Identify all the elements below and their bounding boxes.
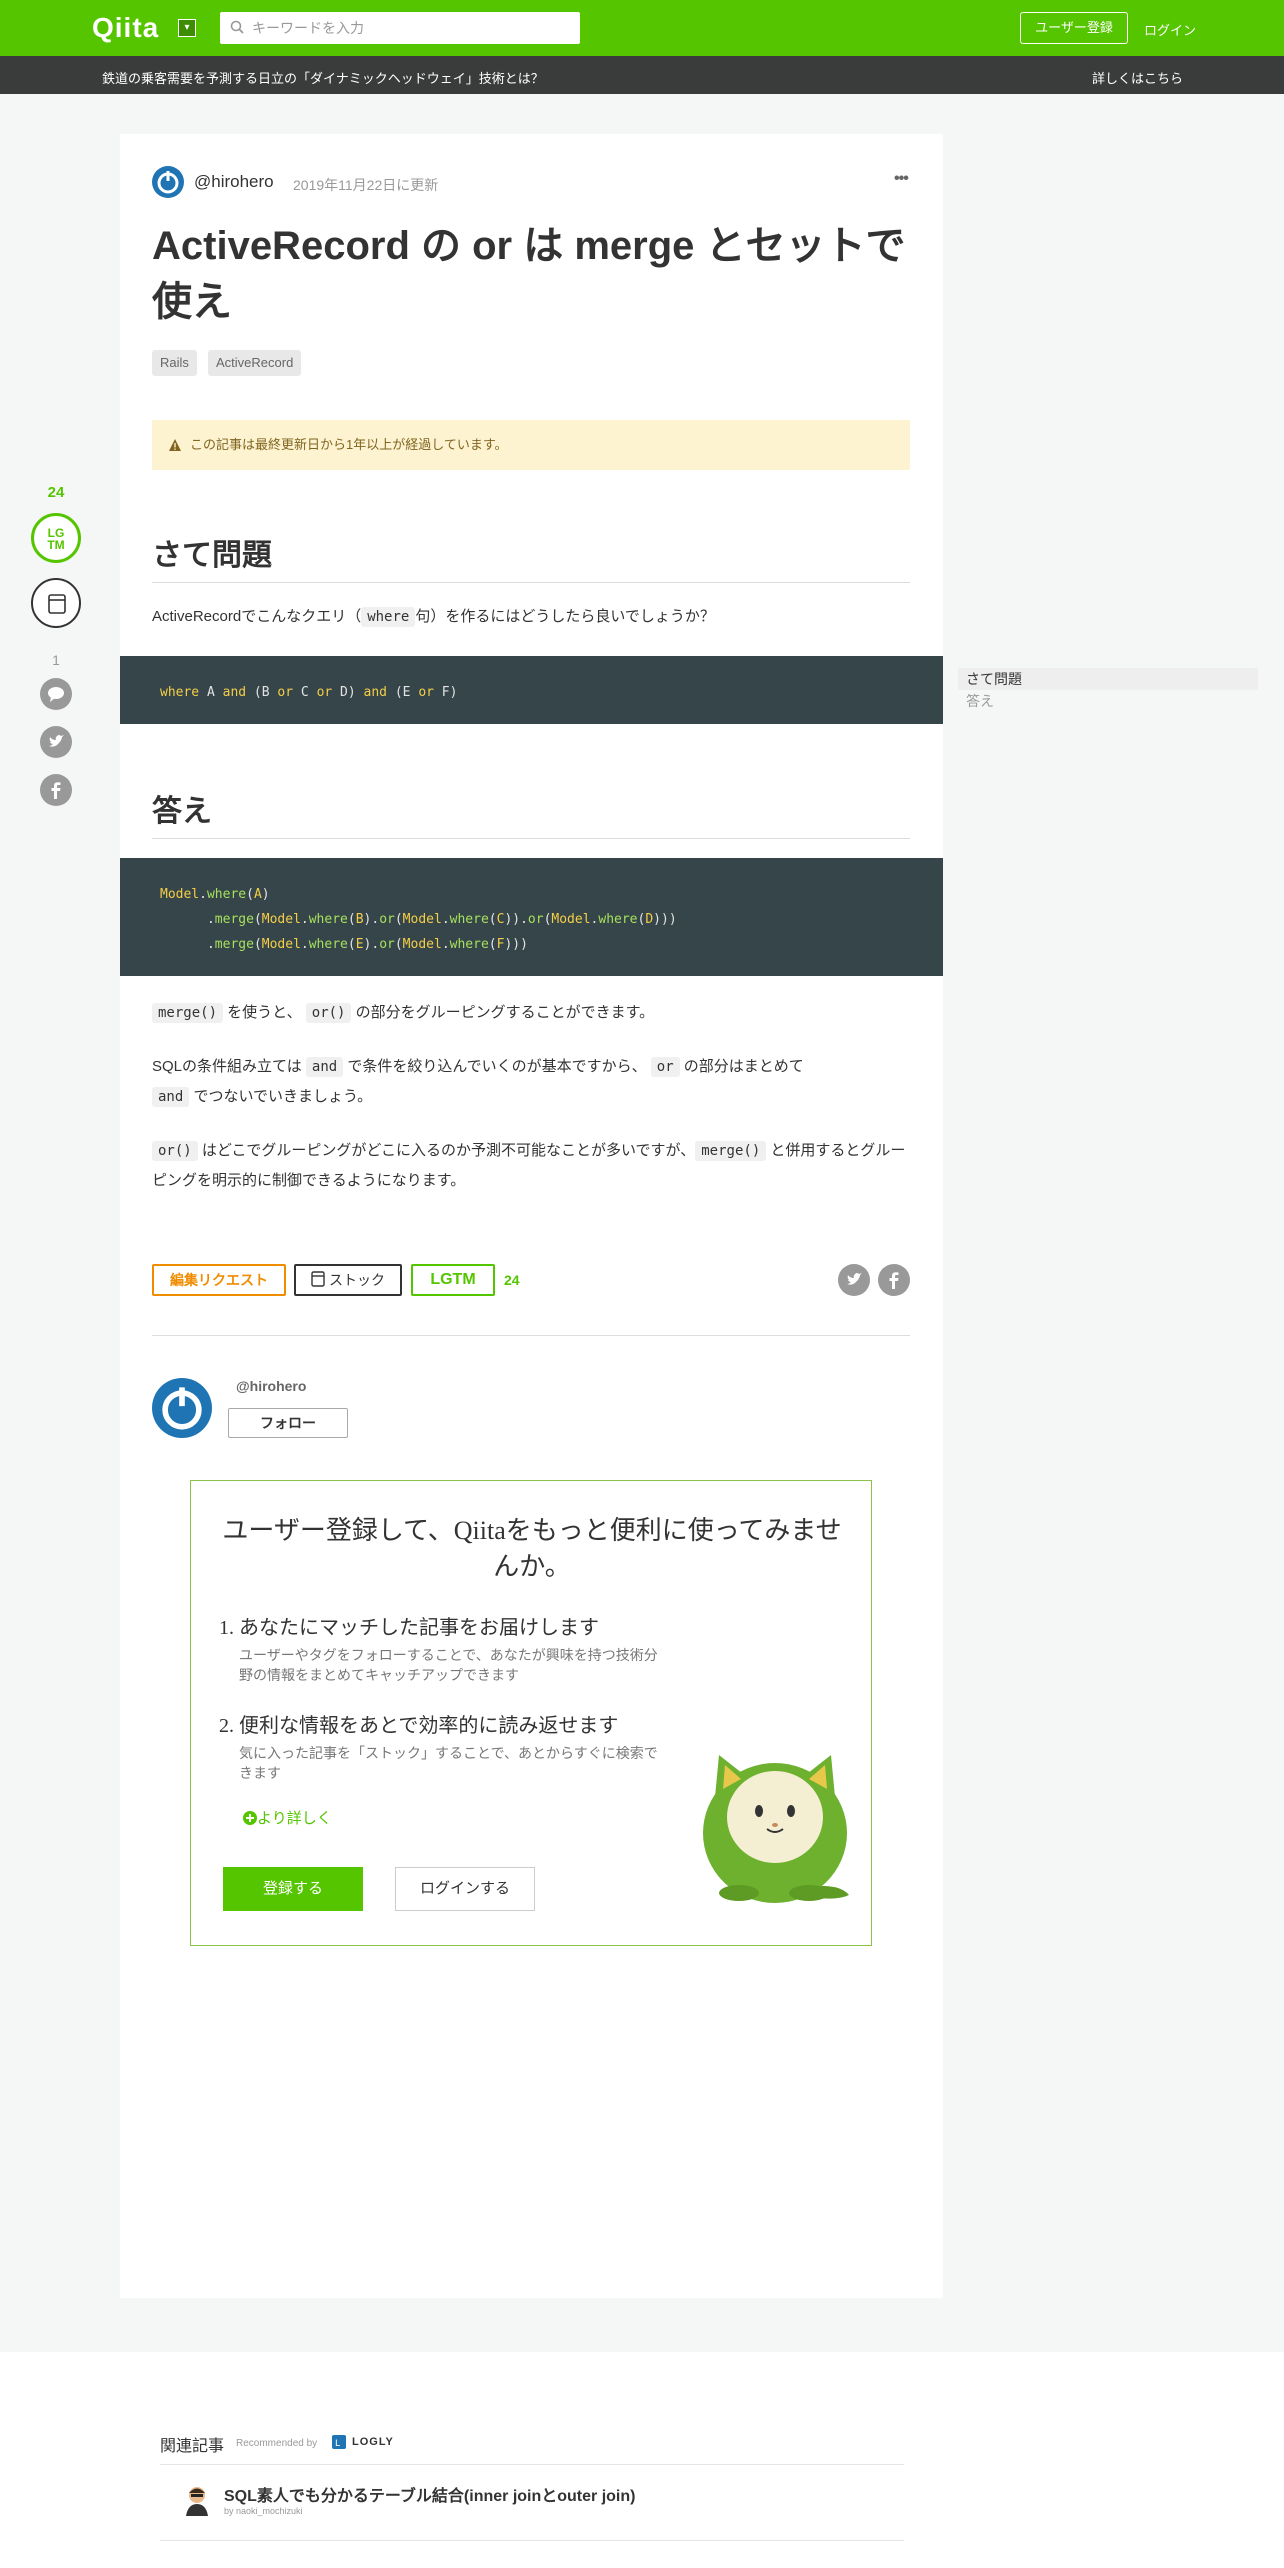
tag-activerecord[interactable]: ActiveRecord xyxy=(208,350,302,376)
section-heading-problem: さて問題 xyxy=(152,530,910,583)
related-heading: 関連記事 xyxy=(160,2438,225,2455)
more-menu-icon[interactable]: ••• xyxy=(894,170,909,188)
updated-date: 2019年11月22日に更新 xyxy=(293,177,439,193)
code-block-ruby: Model.where(A) .merge(Model.where(B).or(… xyxy=(120,858,943,976)
stock-button-inline[interactable]: ストック xyxy=(294,1264,402,1296)
chevron-down-icon[interactable]: ▾ xyxy=(178,19,196,37)
qiita-mascot-illustration xyxy=(703,1755,849,1903)
related-item-author: by naoki_mochizuki xyxy=(224,2506,303,2516)
code-block-sql: where A and (B or C or D) and (E or F) xyxy=(120,656,943,724)
plus-circle-icon xyxy=(243,1811,257,1825)
search-icon xyxy=(230,20,244,34)
cta-item-title: 2. 便利な情報をあとで効率的に読み返せます xyxy=(219,1715,619,1737)
lgtm-count-inline: 24 xyxy=(504,1272,520,1288)
svg-text:L: L xyxy=(335,2439,340,2449)
author-avatar[interactable] xyxy=(152,1378,212,1438)
search-box xyxy=(220,12,580,44)
divider xyxy=(152,1335,910,1336)
cta-item-desc: ユーザーやタグをフォローすることで、あなたが興味を持つ技術分野の情報をまとめてキ… xyxy=(239,1647,658,1683)
signup-button[interactable]: ユーザー登録 xyxy=(1020,12,1128,44)
paragraph: ActiveRecordでこんなクエリ（ where 句）を作るにはどうしたら良いで… xyxy=(152,607,715,627)
inline-code: where xyxy=(361,607,416,627)
folder-icon xyxy=(311,1271,325,1287)
related-articles-section: 関連記事 Recommended by L LOGLY SQL素人でも分かるテー… xyxy=(0,2352,1284,2568)
article-title: ActiveRecord の or は merge とセットで使え xyxy=(152,224,906,324)
lgtm-count: 24 xyxy=(47,484,65,501)
cta-item-title: 1. あなたにマッチした記事をお届けします xyxy=(219,1617,599,1639)
follow-button[interactable]: フォロー xyxy=(228,1408,348,1438)
paragraph: or() はどこでグルーピングがどこに入るのか予測不可能なことが多いですが、 me… xyxy=(152,1141,906,1189)
cta-login-button[interactable]: ログインする xyxy=(395,1867,535,1911)
warning-icon xyxy=(169,439,181,451)
table-of-contents: さて問題 答え xyxy=(958,668,1258,712)
toc-item-problem[interactable]: さて問題 xyxy=(958,668,1258,690)
related-avatar[interactable] xyxy=(180,2482,214,2516)
qiita-logo[interactable]: Qiita xyxy=(92,12,159,44)
comment-count: 1 xyxy=(52,652,60,668)
related-item-title[interactable]: SQL素人でも分かるテーブル結合(inner joinとouter join) xyxy=(224,2482,635,2506)
register-button[interactable]: 登録する xyxy=(223,1867,363,1911)
paragraph: merge() を使うと、 or() の部分をグルーピングすることができます。 xyxy=(152,998,910,1028)
search-input[interactable] xyxy=(252,12,572,44)
login-link[interactable]: ログイン xyxy=(1144,20,1196,39)
ad-more-link[interactable]: 詳しくはこちら xyxy=(1092,68,1183,87)
toc-item-answer[interactable]: 答え xyxy=(958,690,1258,712)
section-heading-answer: 答え xyxy=(152,786,910,839)
tag-rails[interactable]: Rails xyxy=(152,350,197,376)
article-body: @hirohero 2019年11月22日に更新 ••• ActiveRecor… xyxy=(120,134,943,2298)
stock-button[interactable] xyxy=(31,578,81,628)
divider xyxy=(160,2540,904,2541)
facebook-icon[interactable] xyxy=(40,774,72,806)
signup-cta-box: ユーザー登録して、Qiitaをもっと便利に使ってみませんか。 1. あなたにマッ… xyxy=(190,1480,872,1946)
recommended-by-label: Recommended by xyxy=(236,2438,318,2449)
learn-more-link[interactable]: より詳しく xyxy=(243,1807,332,1828)
lgtm-button-inline[interactable]: LGTM xyxy=(411,1264,495,1296)
ad-text[interactable]: 鉄道の乗客需要を予測する日立の「ダイナミックヘッドウェイ」技術とは？ xyxy=(102,68,544,87)
logly-logo[interactable]: L LOGLY xyxy=(332,2434,402,2450)
author-card-name[interactable]: @hirohero xyxy=(236,1378,306,1394)
lgtm-button[interactable]: LG TM xyxy=(31,513,81,563)
alert-text: この記事は最終更新日から1年以上が経過しています。 xyxy=(190,437,508,452)
twitter-icon[interactable] xyxy=(40,726,72,758)
cta-item-desc: 気に入った記事を「ストック」することで、あとからすぐに検索できます xyxy=(239,1745,658,1781)
facebook-share-icon[interactable] xyxy=(878,1264,910,1296)
avatar[interactable] xyxy=(152,166,184,198)
author-name[interactable]: @hirohero xyxy=(194,172,274,192)
comment-icon[interactable] xyxy=(40,678,72,710)
twitter-share-icon[interactable] xyxy=(838,1264,870,1296)
divider xyxy=(160,2464,904,2465)
cta-title: ユーザー登録して、Qiitaをもっと便利に使ってみませんか。 xyxy=(222,1516,842,1581)
ad-banner: 鉄道の乗客需要を予測する日立の「ダイナミックヘッドウェイ」技術とは？ 詳しくはこ… xyxy=(0,56,1284,94)
paragraph: SQLの条件組み立ては and で条件を絞り込んでいくのが基本ですから、 or … xyxy=(152,1057,804,1107)
edit-request-button[interactable]: 編集リクエスト xyxy=(152,1264,286,1296)
logly-icon: L xyxy=(332,2435,346,2449)
folder-icon xyxy=(48,594,66,614)
top-navbar: Qiita ▾ ユーザー登録 ログイン xyxy=(0,0,1284,56)
outdated-alert: この記事は最終更新日から1年以上が経過しています。 xyxy=(152,420,910,470)
